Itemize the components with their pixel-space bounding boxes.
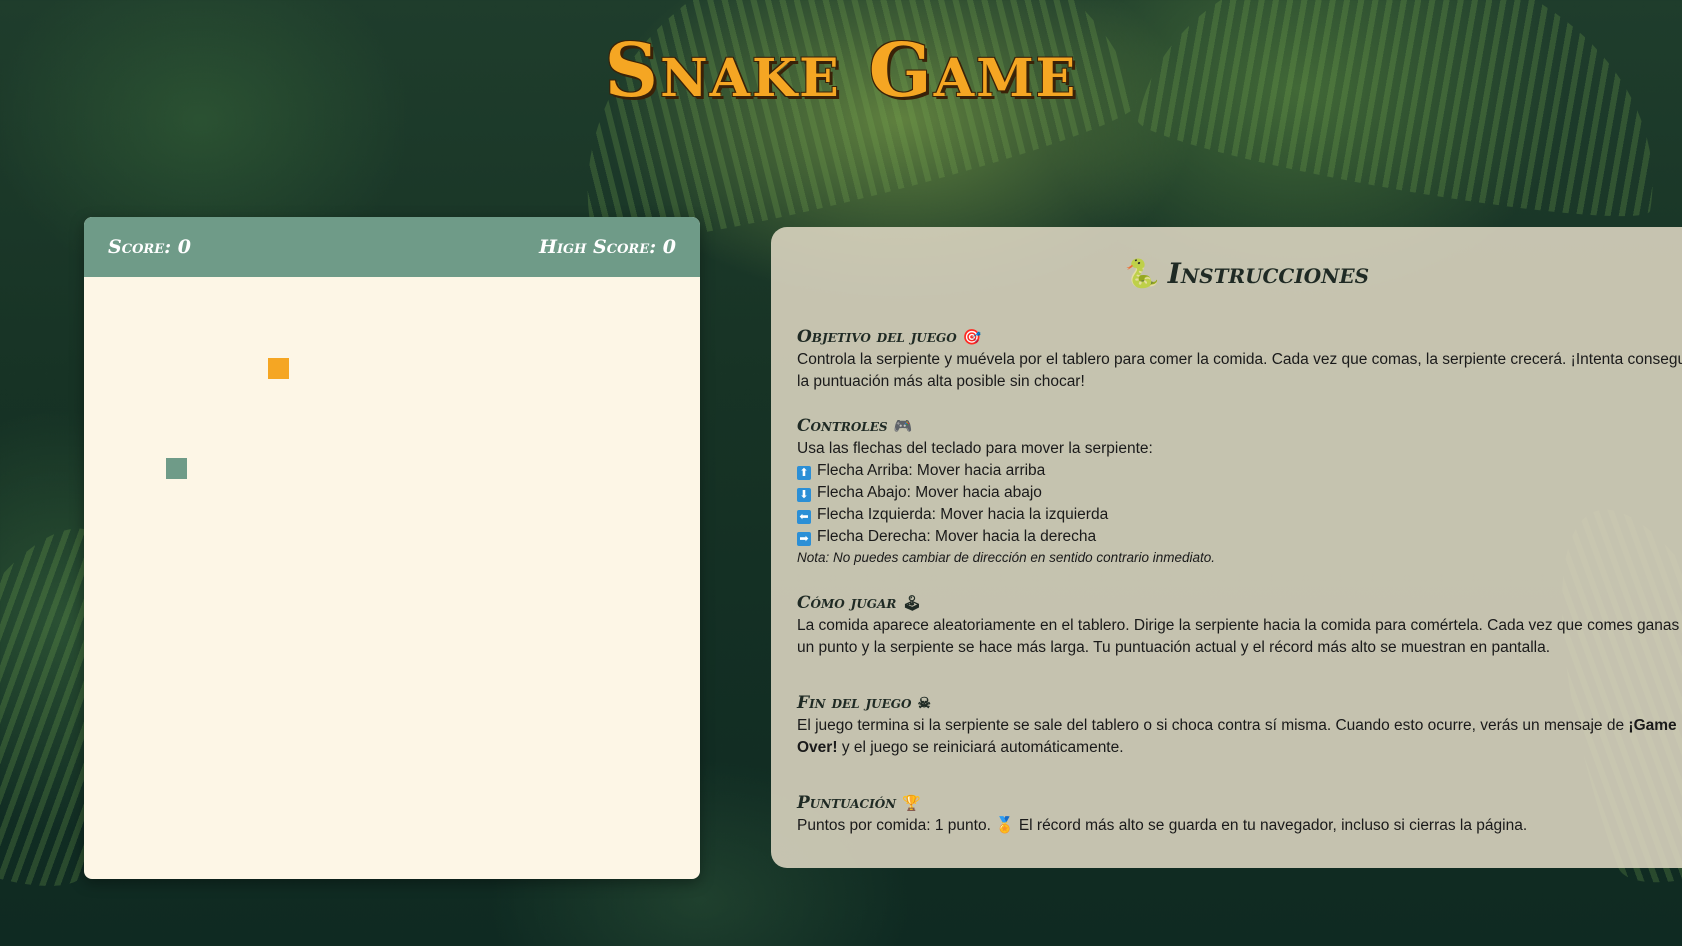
control-text: Flecha Izquierda: Mover hacia la izquier… <box>817 506 1109 523</box>
instructions-title-text: Instrucciones <box>1167 257 1370 290</box>
score-label: Score: 0 <box>108 236 191 258</box>
section-text: El juego termina si la serpiente se sale… <box>797 715 1682 759</box>
medal-icon: 🏅 <box>995 817 1015 834</box>
control-text: Flecha Abajo: Mover hacia abajo <box>817 484 1042 501</box>
section-text: Puntos por comida: 1 punto. 🏅 El récord … <box>797 815 1682 837</box>
arrow-right-icon: ➡ <box>797 532 811 546</box>
game-panel: Score: 0 High Score: 0 <box>84 217 700 879</box>
section-controls: Controles 🎮 Usa las flechas del teclado p… <box>797 416 1682 568</box>
food-cell <box>268 358 289 379</box>
arrow-down-icon: ⬇ <box>797 488 811 502</box>
section-objective: Objetivo del juego 🎯 Controla la serpient… <box>797 327 1682 393</box>
control-item-left: ⬅ Flecha Izquierda: Mover hacia la izquie… <box>797 504 1682 526</box>
snake-head <box>166 458 187 479</box>
control-item-up: ⬆ Flecha Arriba: Mover hacia arriba <box>797 460 1682 482</box>
section-heading: Puntuación <box>797 793 897 813</box>
game-board[interactable] <box>84 277 700 879</box>
section-heading: Cómo jugar <box>797 593 897 613</box>
skull-icon: ☠ <box>917 694 931 712</box>
joystick-icon: 🕹 <box>902 594 922 612</box>
text-part: El juego termina si la serpiente se sale… <box>797 717 1625 734</box>
gamepad-icon: 🎮 <box>893 417 913 435</box>
control-item-down: ⬇ Flecha Abajo: Mover hacia abajo <box>797 482 1682 504</box>
snake-icon: 🐍 <box>1124 257 1160 290</box>
target-icon: 🎯 <box>962 328 982 346</box>
text-part: El récord más alto se guarda en tu naveg… <box>1018 817 1528 834</box>
trophy-icon: 🏆 <box>902 794 921 812</box>
section-score: Puntuación 🏆 Puntos por comida: 1 punto. … <box>797 793 1682 837</box>
section-text: Controla la serpiente y muévela por el t… <box>797 351 1682 390</box>
section-heading: Fin del juego <box>797 693 912 713</box>
text-part: y el juego se reiniciará automáticamente… <box>841 739 1124 756</box>
high-score-label: High Score: 0 <box>539 236 676 258</box>
section-heading: Controles <box>797 416 888 436</box>
page-title: Snake Game <box>604 28 1078 114</box>
section-game-over: Fin del juego ☠ El juego termina si la se… <box>797 693 1682 759</box>
section-heading: Objetivo del juego <box>797 327 957 347</box>
control-text: Flecha Arriba: Mover hacia arriba <box>817 462 1046 479</box>
instructions-panel: 🐍 Instrucciones Objetivo del juego 🎯 Contr… <box>771 227 1682 868</box>
instructions-title: 🐍 Instrucciones <box>797 257 1682 290</box>
text-part: Puntos por comida: 1 punto. <box>797 817 991 834</box>
controls-intro: Usa las flechas del teclado para mover l… <box>797 440 1153 457</box>
section-how-to-play: Cómo jugar 🕹 La comida aparece aleatoriam… <box>797 593 1682 659</box>
section-text: La comida aparece aleatoriamente en el t… <box>797 617 1680 656</box>
control-item-right: ➡ Flecha Derecha: Mover hacia la derecha <box>797 526 1682 548</box>
arrow-left-icon: ⬅ <box>797 510 811 524</box>
arrow-up-icon: ⬆ <box>797 466 811 480</box>
controls-note: Nota: No puedes cambiar de dirección en … <box>797 550 1215 565</box>
control-text: Flecha Derecha: Mover hacia la derecha <box>817 528 1097 545</box>
score-bar: Score: 0 High Score: 0 <box>84 217 700 277</box>
